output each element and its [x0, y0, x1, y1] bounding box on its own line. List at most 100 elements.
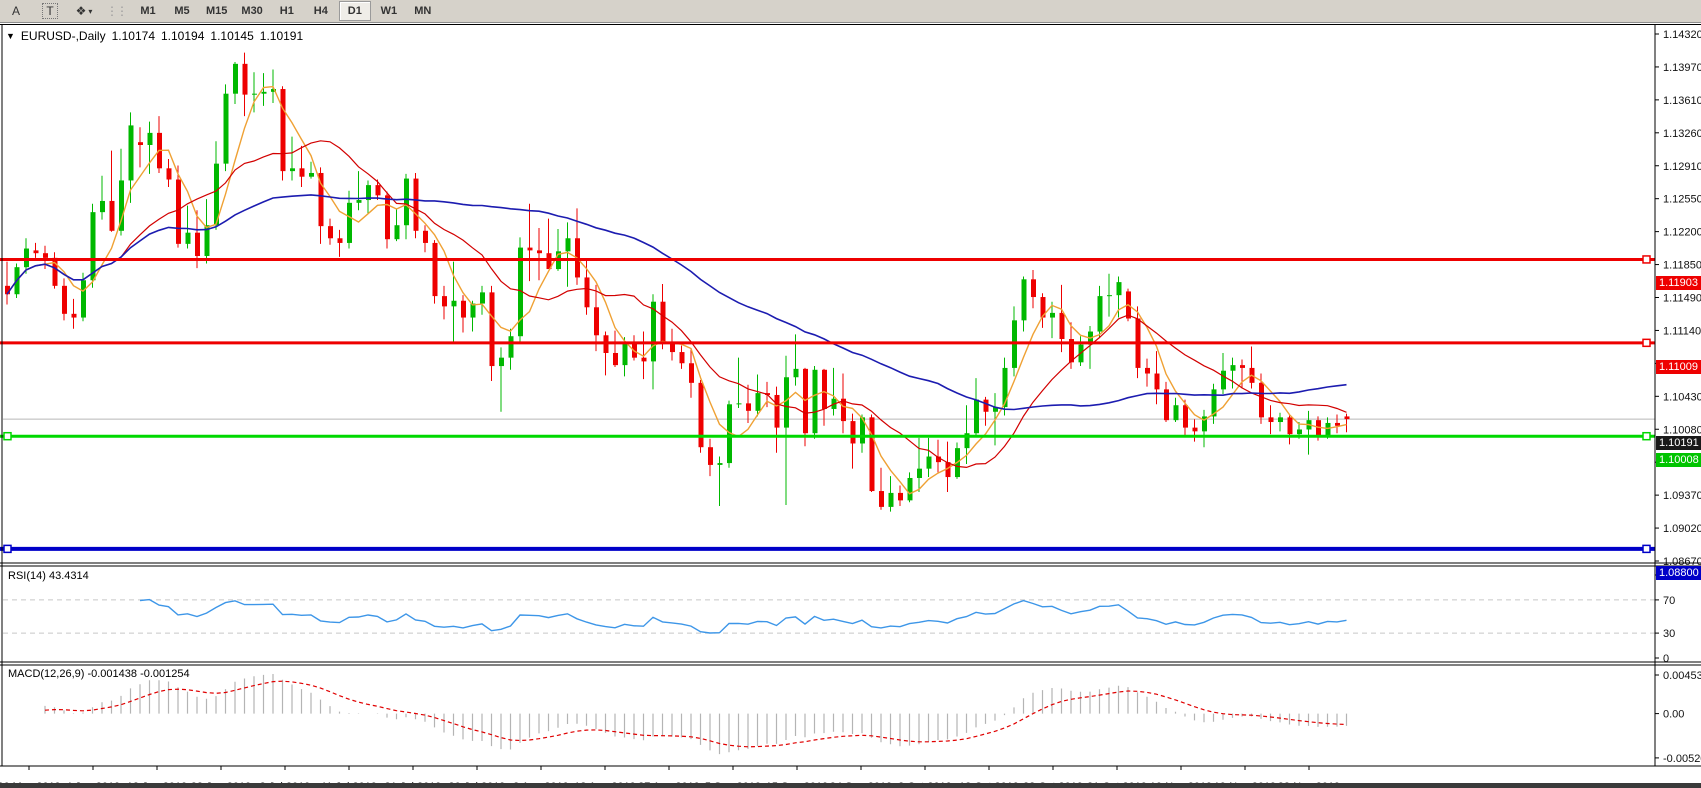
- macd-histogram: [45, 674, 1347, 754]
- candle-bull: [452, 301, 457, 307]
- line-end-marker[interactable]: [4, 433, 11, 440]
- candle-bear: [1240, 365, 1245, 368]
- candle-bear: [1335, 423, 1340, 426]
- timeframe-m30-button[interactable]: M30: [235, 1, 268, 21]
- price-tick-label: 1.14320: [1663, 29, 1701, 41]
- candle-bull: [1221, 371, 1226, 390]
- candle-bull: [91, 212, 96, 280]
- candle-bear: [851, 421, 856, 443]
- candle-bull: [186, 233, 191, 244]
- timeframe-mn-button[interactable]: MN: [407, 1, 439, 21]
- timeframe-m5-button[interactable]: M5: [166, 1, 198, 21]
- line-end-marker[interactable]: [1643, 545, 1650, 552]
- candle-bear: [537, 250, 542, 253]
- rsi-indicator-label: RSI(14) 43.4314: [8, 570, 89, 582]
- candle-bull: [290, 168, 295, 171]
- ohlc-open: 1.10174: [112, 29, 155, 43]
- price-tick-label: 1.09020: [1663, 523, 1701, 535]
- chart-canvas[interactable]: 1.14320 1.13970 1.13610 1.13260 1.12910 1.125…: [0, 25, 1701, 788]
- timeframe-m1-button[interactable]: M1: [132, 1, 164, 21]
- candle-bear: [803, 369, 808, 433]
- candle-bear: [490, 292, 495, 366]
- candle-bear: [138, 142, 143, 145]
- candle-bull: [509, 336, 514, 357]
- candle-bear: [1145, 368, 1150, 374]
- price-tick-label: 1.10080: [1663, 424, 1701, 436]
- candle-bull: [794, 369, 799, 377]
- cursor-mode-button[interactable]: A: [0, 1, 32, 21]
- symbol-collapse-icon[interactable]: ▼: [6, 31, 15, 41]
- mt4-window: A T ❖ ▾ ⋮⋮ M1 M5 M15 M30 H1 H4 D1 W1 MN …: [0, 0, 1701, 788]
- timeframe-h4-button[interactable]: H4: [305, 1, 337, 21]
- macd-signal-line: [45, 681, 1347, 747]
- line-end-marker[interactable]: [1643, 256, 1650, 263]
- chart-window: 1.14320 1.13970 1.13610 1.13260 1.12910 1.125…: [0, 24, 1701, 788]
- price-tick-label: 1.11490: [1663, 293, 1701, 305]
- price-tick-label: 1.11850: [1663, 260, 1701, 272]
- text-tool-button[interactable]: T: [34, 1, 66, 21]
- candle-bear: [642, 358, 647, 362]
- timeframe-w1-button[interactable]: W1: [373, 1, 405, 21]
- ohlc-close: 1.10191: [260, 29, 303, 43]
- ohlc-high: 1.10194: [161, 29, 204, 43]
- timeframe-m15-button[interactable]: M15: [200, 1, 233, 21]
- price-tick-label: 1.13260: [1663, 128, 1701, 140]
- moving-average-5: [7, 87, 1347, 494]
- candle-bear: [195, 233, 200, 256]
- candle-bear: [528, 248, 533, 251]
- candle-bear: [300, 168, 305, 176]
- price-tick-label: 1.12550: [1663, 194, 1701, 206]
- hline-price-tag: 1.11903: [1656, 276, 1701, 290]
- line-end-marker[interactable]: [1643, 433, 1650, 440]
- candle-bull: [917, 469, 922, 478]
- candle-bear: [328, 226, 333, 238]
- candle-bear: [461, 301, 466, 318]
- macd-indicator-label: MACD(12,26,9) -0.001438 -0.001254: [8, 668, 190, 680]
- candle-bull: [1278, 417, 1283, 422]
- candle-bear: [1155, 374, 1160, 390]
- candle-bull: [927, 457, 932, 469]
- main-toolbar: A T ❖ ▾ ⋮⋮ M1 M5 M15 M30 H1 H4 D1 W1 MN: [0, 0, 1701, 23]
- candle-bear: [1345, 416, 1350, 419]
- candle-bull: [395, 225, 400, 239]
- candle-bull: [347, 203, 352, 243]
- candle-bull: [756, 393, 761, 411]
- price-tick-label: 1.12910: [1663, 161, 1701, 173]
- timeframe-h1-button[interactable]: H1: [271, 1, 303, 21]
- rsi-line: [140, 600, 1347, 633]
- candle-bull: [1231, 365, 1236, 371]
- candle-bear: [62, 286, 67, 314]
- candle-bear: [281, 89, 286, 171]
- candle-bear: [775, 395, 780, 428]
- price-tick-label: 1.13970: [1663, 62, 1701, 74]
- toolbar-drag-handle: ⋮⋮: [102, 4, 130, 18]
- window-bottom-edge: [0, 783, 1701, 788]
- candle-bear: [822, 370, 827, 409]
- candle-bull: [974, 400, 979, 434]
- line-end-marker[interactable]: [1643, 339, 1650, 346]
- candle-bear: [594, 307, 599, 335]
- candle-bear: [43, 253, 48, 258]
- candle-bear: [708, 447, 713, 465]
- candle-bull: [784, 377, 789, 427]
- symbol-name: EURUSD-,Daily: [21, 29, 106, 43]
- candle-bull: [309, 173, 314, 177]
- candle-bull: [1117, 282, 1122, 295]
- candle-bear: [1060, 313, 1065, 339]
- macd-tick-label: -0.005205: [1663, 753, 1701, 765]
- price-tick-label: 1.13610: [1663, 95, 1701, 107]
- candle-bull: [357, 200, 362, 203]
- candle-bear: [1183, 405, 1188, 427]
- candle-bear: [661, 302, 666, 343]
- candle-bear: [376, 185, 381, 195]
- symbol-header[interactable]: ▼ EURUSD-,Daily 1.10174 1.10194 1.10145 …: [6, 29, 303, 43]
- timeframe-d1-button[interactable]: D1: [339, 1, 371, 21]
- candle-bull: [1297, 429, 1302, 434]
- text-tool-icon: T: [42, 3, 57, 19]
- candle-bear: [1288, 417, 1293, 434]
- candle-bear: [243, 64, 248, 95]
- line-end-marker[interactable]: [4, 545, 11, 552]
- crosshair-tool-button[interactable]: ❖ ▾: [68, 1, 100, 21]
- candle-bear: [34, 250, 39, 253]
- candle-bull: [499, 358, 504, 366]
